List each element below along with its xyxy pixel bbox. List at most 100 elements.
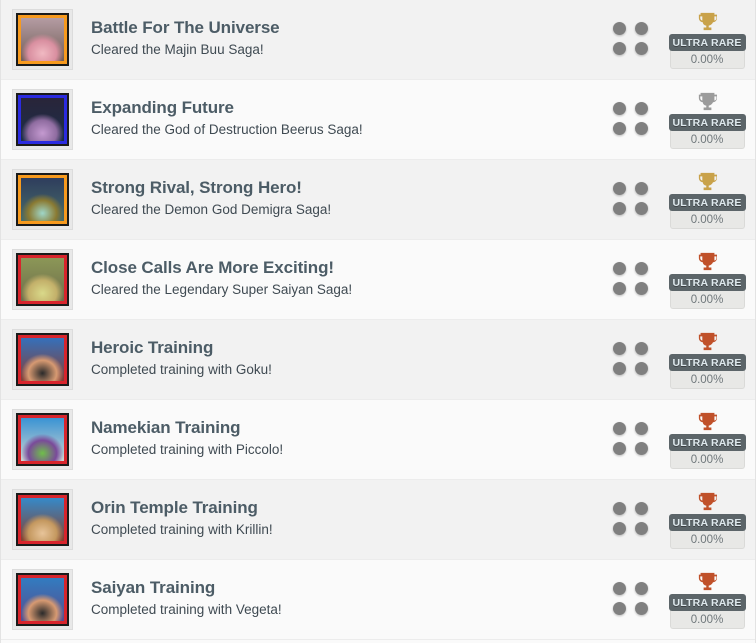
achievement-thumbnail[interactable]	[12, 9, 73, 70]
dot	[634, 421, 648, 435]
achievement-title: Strong Rival, Strong Hero!	[91, 178, 302, 198]
achievement-description: Cleared the God of Destruction Beerus Sa…	[91, 121, 363, 137]
dot	[634, 101, 648, 115]
rarity-column: ULTRA RARE 0.00%	[667, 10, 747, 69]
trophy-icon	[698, 412, 717, 431]
dot	[634, 181, 648, 195]
achievement-description: Cleared the Majin Buu Saga!	[91, 41, 264, 57]
rarity-percent: 0.00%	[669, 609, 745, 629]
rarity-badge: ULTRA RARE	[668, 594, 746, 611]
rarity-percent: 0.00%	[669, 449, 745, 469]
trophy-row[interactable]: Namekian Training Completed training wit…	[1, 400, 755, 480]
achievement-info: Battle For The Universe Cleared the Maji…	[73, 17, 613, 62]
trophy-row[interactable]: Expanding Future Cleared the God of Dest…	[1, 80, 755, 160]
achievement-artwork	[18, 495, 67, 544]
achievement-artwork	[18, 175, 67, 224]
trophy-icon	[698, 172, 717, 191]
achievement-description: Completed training with Vegeta!	[91, 601, 282, 617]
achievement-info: Expanding Future Cleared the God of Dest…	[73, 97, 613, 142]
achievement-thumbnail[interactable]	[12, 329, 73, 390]
dot	[613, 282, 626, 295]
four-dots-grid-icon[interactable]	[613, 341, 651, 378]
rarity-column: ULTRA RARE 0.00%	[667, 570, 747, 629]
dot	[613, 181, 626, 195]
rarity-column: ULTRA RARE 0.00%	[667, 170, 747, 229]
achievement-artwork	[18, 15, 67, 64]
rarity-column: ULTRA RARE 0.00%	[667, 490, 747, 549]
achievement-thumbnail[interactable]	[12, 489, 73, 550]
dot	[634, 282, 648, 295]
trophy-list: Battle For The Universe Cleared the Maji…	[1, 0, 755, 640]
achievement-description: Completed training with Piccolo!	[91, 441, 284, 457]
achievement-info: Saiyan Training Completed training with …	[73, 577, 613, 622]
four-dots-grid-icon[interactable]	[613, 101, 651, 138]
dot	[634, 261, 648, 275]
achievement-artwork	[18, 335, 67, 384]
trophy-row[interactable]: Orin Temple Training Completed training …	[1, 480, 755, 560]
four-dots-grid-icon[interactable]	[613, 261, 651, 298]
achievement-artwork	[18, 255, 67, 304]
dot	[634, 122, 648, 135]
achievement-artwork	[18, 415, 67, 464]
trophy-icon	[698, 332, 717, 351]
rarity-column: ULTRA RARE 0.00%	[667, 410, 747, 469]
trophy-icon	[698, 572, 717, 591]
achievement-title: Expanding Future	[91, 98, 234, 118]
dot	[613, 501, 626, 515]
dot	[634, 202, 648, 215]
achievement-info: Orin Temple Training Completed training …	[73, 497, 613, 542]
dot	[613, 602, 626, 615]
dot	[634, 42, 648, 55]
rarity-badge: ULTRA RARE	[668, 434, 746, 451]
four-dots-grid-icon[interactable]	[613, 501, 651, 538]
achievement-thumbnail[interactable]	[12, 89, 73, 150]
achievement-thumbnail[interactable]	[12, 169, 73, 230]
dot	[634, 581, 648, 595]
dot	[634, 362, 648, 375]
dot	[613, 421, 626, 435]
trophy-row[interactable]: Close Calls Are More Exciting! Cleared t…	[1, 240, 755, 320]
rarity-badge: ULTRA RARE	[668, 114, 746, 131]
achievement-title: Namekian Training	[91, 418, 241, 438]
achievement-description: Completed training with Krillin!	[91, 521, 273, 537]
trophy-row[interactable]: Saiyan Training Completed training with …	[1, 560, 755, 640]
achievement-title: Orin Temple Training	[91, 498, 258, 518]
achievement-info: Heroic Training Completed training with …	[73, 337, 613, 382]
trophy-row[interactable]: Heroic Training Completed training with …	[1, 320, 755, 400]
rarity-percent: 0.00%	[669, 209, 745, 229]
dot	[634, 522, 648, 535]
dot	[634, 501, 648, 515]
rarity-percent: 0.00%	[669, 129, 745, 149]
dot	[613, 42, 626, 55]
four-dots-grid-icon[interactable]	[613, 581, 651, 618]
achievement-title: Heroic Training	[91, 338, 214, 358]
dot	[634, 442, 648, 455]
dot	[634, 341, 648, 355]
four-dots-grid-icon[interactable]	[613, 181, 651, 218]
achievement-description: Completed training with Goku!	[91, 361, 272, 377]
rarity-column: ULTRA RARE 0.00%	[667, 330, 747, 389]
dot	[613, 21, 626, 35]
trophy-icon	[698, 12, 717, 31]
four-dots-grid-icon[interactable]	[613, 421, 651, 458]
trophy-row[interactable]: Battle For The Universe Cleared the Maji…	[1, 0, 755, 80]
dot	[613, 202, 626, 215]
dot	[613, 522, 626, 535]
dot	[613, 581, 626, 595]
rarity-badge: ULTRA RARE	[668, 34, 746, 51]
rarity-percent: 0.00%	[669, 49, 745, 69]
rarity-percent: 0.00%	[669, 369, 745, 389]
achievement-thumbnail[interactable]	[12, 409, 73, 470]
four-dots-grid-icon[interactable]	[613, 21, 651, 58]
achievement-info: Strong Rival, Strong Hero! Cleared the D…	[73, 177, 613, 222]
achievement-title: Saiyan Training	[91, 578, 216, 598]
trophy-icon	[698, 492, 717, 511]
trophy-row[interactable]: Strong Rival, Strong Hero! Cleared the D…	[1, 160, 755, 240]
achievement-artwork	[18, 95, 67, 144]
achievement-title: Close Calls Are More Exciting!	[91, 258, 334, 278]
rarity-column: ULTRA RARE 0.00%	[667, 90, 747, 149]
achievement-thumbnail[interactable]	[12, 249, 73, 310]
achievement-thumbnail[interactable]	[12, 569, 73, 630]
achievement-list-page: Battle For The Universe Cleared the Maji…	[0, 0, 756, 643]
achievement-description: Cleared the Demon God Demigra Saga!	[91, 201, 332, 217]
